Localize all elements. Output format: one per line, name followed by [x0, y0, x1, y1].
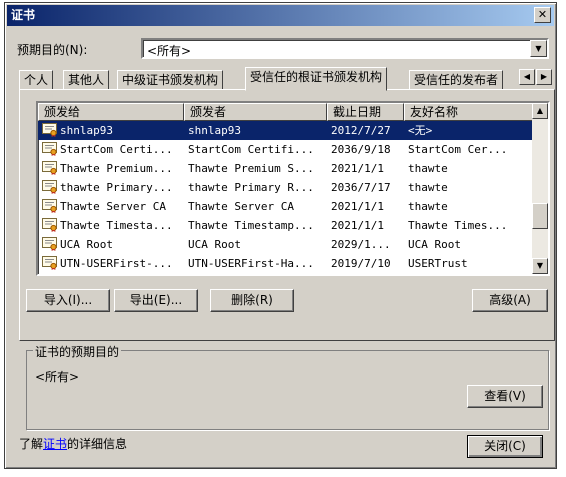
title-bar[interactable]: 证书 ✕	[7, 5, 554, 26]
certificates-link[interactable]: 证书	[43, 437, 67, 451]
chevron-down-icon[interactable]: ▼	[530, 40, 547, 57]
chevron-up-icon[interactable]: ▲	[532, 103, 548, 119]
cell-expiration: 2019/7/10	[331, 257, 391, 270]
column-expiration[interactable]: 截止日期	[327, 103, 404, 121]
list-scrollbar[interactable]: ▲ ▼	[532, 103, 548, 274]
list-header: 颁发给 颁发者 截止日期 友好名称	[38, 103, 534, 121]
tab-panel: 颁发给 颁发者 截止日期 友好名称 shnlap93 shnlap93 2012/7…	[19, 89, 555, 430]
group-title: 证书的预期目的	[33, 343, 122, 360]
cell-expiration: 2029/1...	[331, 238, 391, 251]
remove-button[interactable]: 删除(R)	[210, 289, 294, 312]
cell-friendly-name: thawte	[408, 200, 448, 213]
cell-friendly-name: <无>	[408, 273, 534, 274]
advanced-button[interactable]: 高级(A)	[472, 289, 548, 312]
window-title: 证书	[11, 8, 36, 22]
table-row[interactable]: thawte Primary... thawte Primary R... 2036…	[38, 178, 534, 197]
chevron-right-icon[interactable]: ▶	[536, 69, 552, 85]
cell-issued-to: StartCom Certi...	[60, 143, 173, 156]
cell-friendly-name: UCA Root	[408, 238, 461, 251]
cell-issuer: StartCom Certifi...	[188, 143, 314, 156]
table-row[interactable]: UTN-USERFirst-... UTN-USERFirst-Ob... 2019…	[38, 273, 534, 276]
cell-friendly-name: StartCom Cer...	[408, 143, 508, 156]
cell-friendly-name: <无>	[408, 124, 433, 137]
learn-more-text: 了解证书的详细信息	[19, 437, 128, 451]
cell-friendly-name: USERTrust	[408, 257, 468, 270]
cell-expiration: 2036/9/18	[331, 143, 391, 156]
cell-issuer: thawte Primary R...	[188, 181, 314, 194]
close-icon[interactable]: ✕	[534, 7, 551, 23]
certificate-icon	[42, 123, 58, 137]
tab-other-people[interactable]: 其他人	[63, 70, 110, 90]
chevron-left-icon[interactable]: ◀	[519, 69, 535, 85]
import-button[interactable]: 导入(I)...	[26, 289, 110, 312]
column-issuer[interactable]: 颁发者	[184, 103, 327, 121]
table-row[interactable]: UTN-USERFirst-... UTN-USERFirst-Ha... 2019…	[38, 254, 534, 273]
certificate-icon	[42, 218, 58, 232]
table-row[interactable]: StartCom Certi... StartCom Certifi... 2036…	[38, 140, 534, 159]
cell-issued-to: Thawte Timesta...	[60, 219, 173, 232]
purpose-combobox[interactable]: <所有> ▼	[141, 38, 549, 59]
table-row[interactable]: Thawte Timesta... Thawte Timestamp... 2021…	[38, 216, 534, 235]
purpose-selected-value: <所有>	[147, 44, 192, 58]
tab-trusted-publishers[interactable]: 受信任的发布者	[409, 70, 504, 90]
cell-expiration: 2019/7/10	[331, 273, 404, 274]
cell-expiration: 2036/7/17	[331, 181, 391, 194]
cell-issued-to: thawte Primary...	[60, 181, 173, 194]
purpose-label: 预期目的(N):	[17, 43, 88, 57]
cell-expiration: 2021/1/1	[331, 200, 384, 213]
cell-issuer: Thawte Timestamp...	[188, 219, 314, 232]
cell-issuer: shnlap93	[188, 124, 241, 137]
chevron-down-icon[interactable]: ▼	[532, 258, 548, 274]
certificate-icon	[42, 275, 58, 276]
cell-issued-to: shnlap93	[60, 124, 113, 137]
cell-friendly-name: thawte	[408, 181, 448, 194]
certificate-icon	[42, 142, 58, 156]
certificate-icon	[42, 237, 58, 251]
cell-issuer: UTN-USERFirst-Ob...	[188, 273, 327, 274]
cell-friendly-name: thawte	[408, 162, 448, 175]
cell-issued-to: Thawte Premium...	[60, 162, 173, 175]
cell-issuer: UTN-USERFirst-Ha...	[188, 257, 314, 270]
cell-issued-to: Thawte Server CA	[60, 200, 166, 213]
list-rows: shnlap93 shnlap93 2012/7/27 <无> StartCom Cer…	[38, 121, 534, 276]
certificates-dialog: 证书 ✕ 预期目的(N): <所有> ▼ 个人 其他人 中级证书颁发机构 受信任…	[4, 2, 557, 469]
column-friendly-name[interactable]: 友好名称	[404, 103, 534, 121]
certificate-icon	[42, 199, 58, 213]
cell-issuer: UCA Root	[188, 238, 241, 251]
tab-intermediate-ca[interactable]: 中级证书颁发机构	[117, 70, 224, 90]
cell-issuer: Thawte Premium S...	[188, 162, 314, 175]
certificate-icon	[42, 180, 58, 194]
close-button[interactable]: 关闭(C)	[467, 435, 543, 458]
view-button[interactable]: 查看(V)	[467, 385, 543, 408]
certificate-icon	[42, 161, 58, 175]
cell-expiration: 2021/1/1	[331, 162, 384, 175]
intended-purposes-group: 证书的预期目的 <所有> 查看(V)	[26, 343, 549, 430]
cell-expiration: 2021/1/1	[331, 219, 384, 232]
table-row[interactable]: UCA Root UCA Root 2029/1... UCA Root	[38, 235, 534, 254]
tab-personal[interactable]: 个人	[19, 70, 54, 90]
tab-strip: 个人 其他人 中级证书颁发机构 受信任的根证书颁发机构 受信任的发布者 ◀ ▶	[19, 67, 555, 91]
cell-expiration: 2012/7/27	[331, 124, 391, 137]
certificate-list[interactable]: 颁发给 颁发者 截止日期 友好名称 shnlap93 shnlap93 2012/7…	[36, 101, 550, 276]
certificate-icon	[42, 256, 58, 270]
column-issued-to[interactable]: 颁发给	[38, 103, 184, 121]
cell-issued-to: UTN-USERFirst-...	[60, 257, 173, 270]
export-button[interactable]: 导出(E)...	[114, 289, 198, 312]
table-row[interactable]: Thawte Server CA Thawte Server CA 2021/1/1…	[38, 197, 534, 216]
scrollbar-thumb[interactable]	[532, 203, 548, 229]
cell-issued-to: UTN-USERFirst-...	[60, 273, 184, 274]
cell-issuer: Thawte Server CA	[188, 200, 294, 213]
table-row[interactable]: Thawte Premium... Thawte Premium S... 2021…	[38, 159, 534, 178]
table-row[interactable]: shnlap93 shnlap93 2012/7/27 <无>	[38, 121, 534, 140]
cell-issued-to: UCA Root	[60, 238, 113, 251]
group-purpose-value: <所有>	[35, 370, 80, 384]
tab-trusted-root-ca[interactable]: 受信任的根证书颁发机构	[245, 67, 388, 91]
cell-friendly-name: Thawte Times...	[408, 219, 508, 232]
